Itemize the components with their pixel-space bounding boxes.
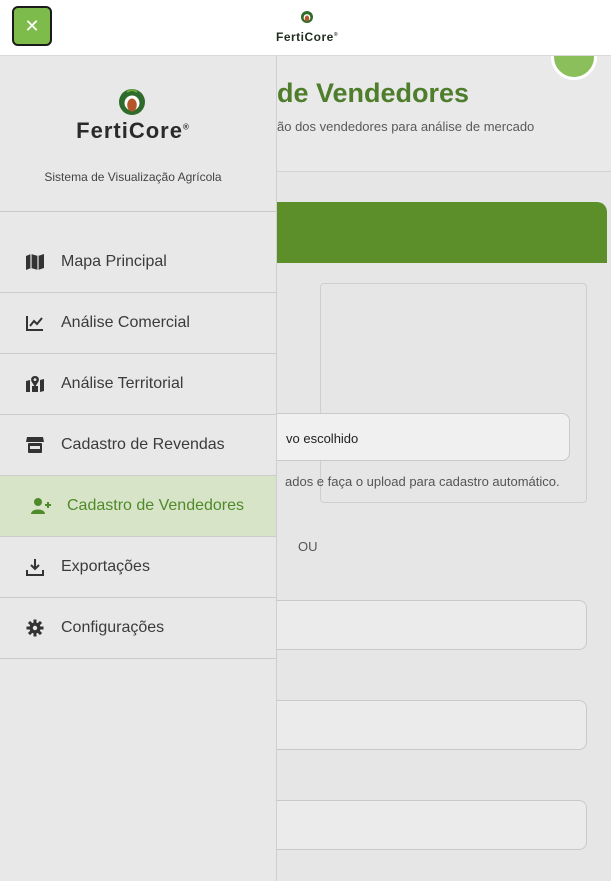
sidebar: FertiCore® Sistema de Visualização Agríc… <box>0 56 277 881</box>
upload-hint: ados e faça o upload para cadastro autom… <box>285 474 560 489</box>
sidebar-item-label: Análise Territorial <box>61 375 184 392</box>
sidebar-item-exportacoes[interactable]: Exportações <box>0 537 276 598</box>
sidebar-tagline: Sistema de Visualização Agrícola <box>44 170 222 184</box>
form-field-1[interactable] <box>240 600 587 650</box>
page-title: de Vendedores <box>277 78 470 108</box>
download-icon <box>24 556 46 578</box>
sidebar-item-label: Exportações <box>61 558 150 575</box>
ferticore-logo-icon <box>119 89 145 115</box>
top-bar: ✕ FertiCore® <box>0 0 611 56</box>
sidebar-item-label: Mapa Principal <box>61 253 167 270</box>
sidebar-item-mapa-principal[interactable]: Mapa Principal <box>0 232 276 293</box>
map-pin-icon <box>24 373 46 395</box>
chart-line-icon <box>24 312 46 334</box>
sidebar-menu: Mapa Principal Análise Comercial Análise… <box>0 232 276 659</box>
store-icon <box>24 434 46 456</box>
user-plus-icon <box>30 495 52 517</box>
upload-box <box>320 283 587 503</box>
close-menu-button[interactable]: ✕ <box>12 6 52 46</box>
file-input-status: vo escolhido <box>286 431 359 446</box>
sidebar-brand: FertiCore® Sistema de Visualização Agríc… <box>0 56 276 212</box>
sidebar-item-analise-territorial[interactable]: Análise Territorial <box>0 354 276 415</box>
page-subtitle: ão dos vendedores para análise de mercad… <box>277 119 535 134</box>
top-logo[interactable]: FertiCore® <box>270 10 344 44</box>
form-field-2[interactable] <box>240 700 587 750</box>
sidebar-brand-name: FertiCore® <box>76 118 190 143</box>
sidebar-item-cadastro-vendedores[interactable]: Cadastro de Vendedores <box>0 476 276 537</box>
sidebar-item-cadastro-revendas[interactable]: Cadastro de Revendas <box>0 415 276 476</box>
sidebar-item-label: Configurações <box>61 619 165 636</box>
form-field-3[interactable] <box>240 800 587 850</box>
sidebar-item-label: Cadastro de Revendas <box>61 436 225 453</box>
sidebar-item-configuracoes[interactable]: Configurações <box>0 598 276 659</box>
map-icon <box>24 251 46 273</box>
ferticore-logo-icon <box>301 11 313 23</box>
sidebar-item-label: Cadastro de Vendedores <box>67 497 245 514</box>
or-divider: OU <box>298 539 318 554</box>
sidebar-item-label: Análise Comercial <box>61 314 190 331</box>
gear-icon <box>24 617 46 639</box>
top-brand-name: FertiCore® <box>275 30 339 44</box>
sidebar-item-analise-comercial[interactable]: Análise Comercial <box>0 293 276 354</box>
close-icon: ✕ <box>24 15 40 36</box>
